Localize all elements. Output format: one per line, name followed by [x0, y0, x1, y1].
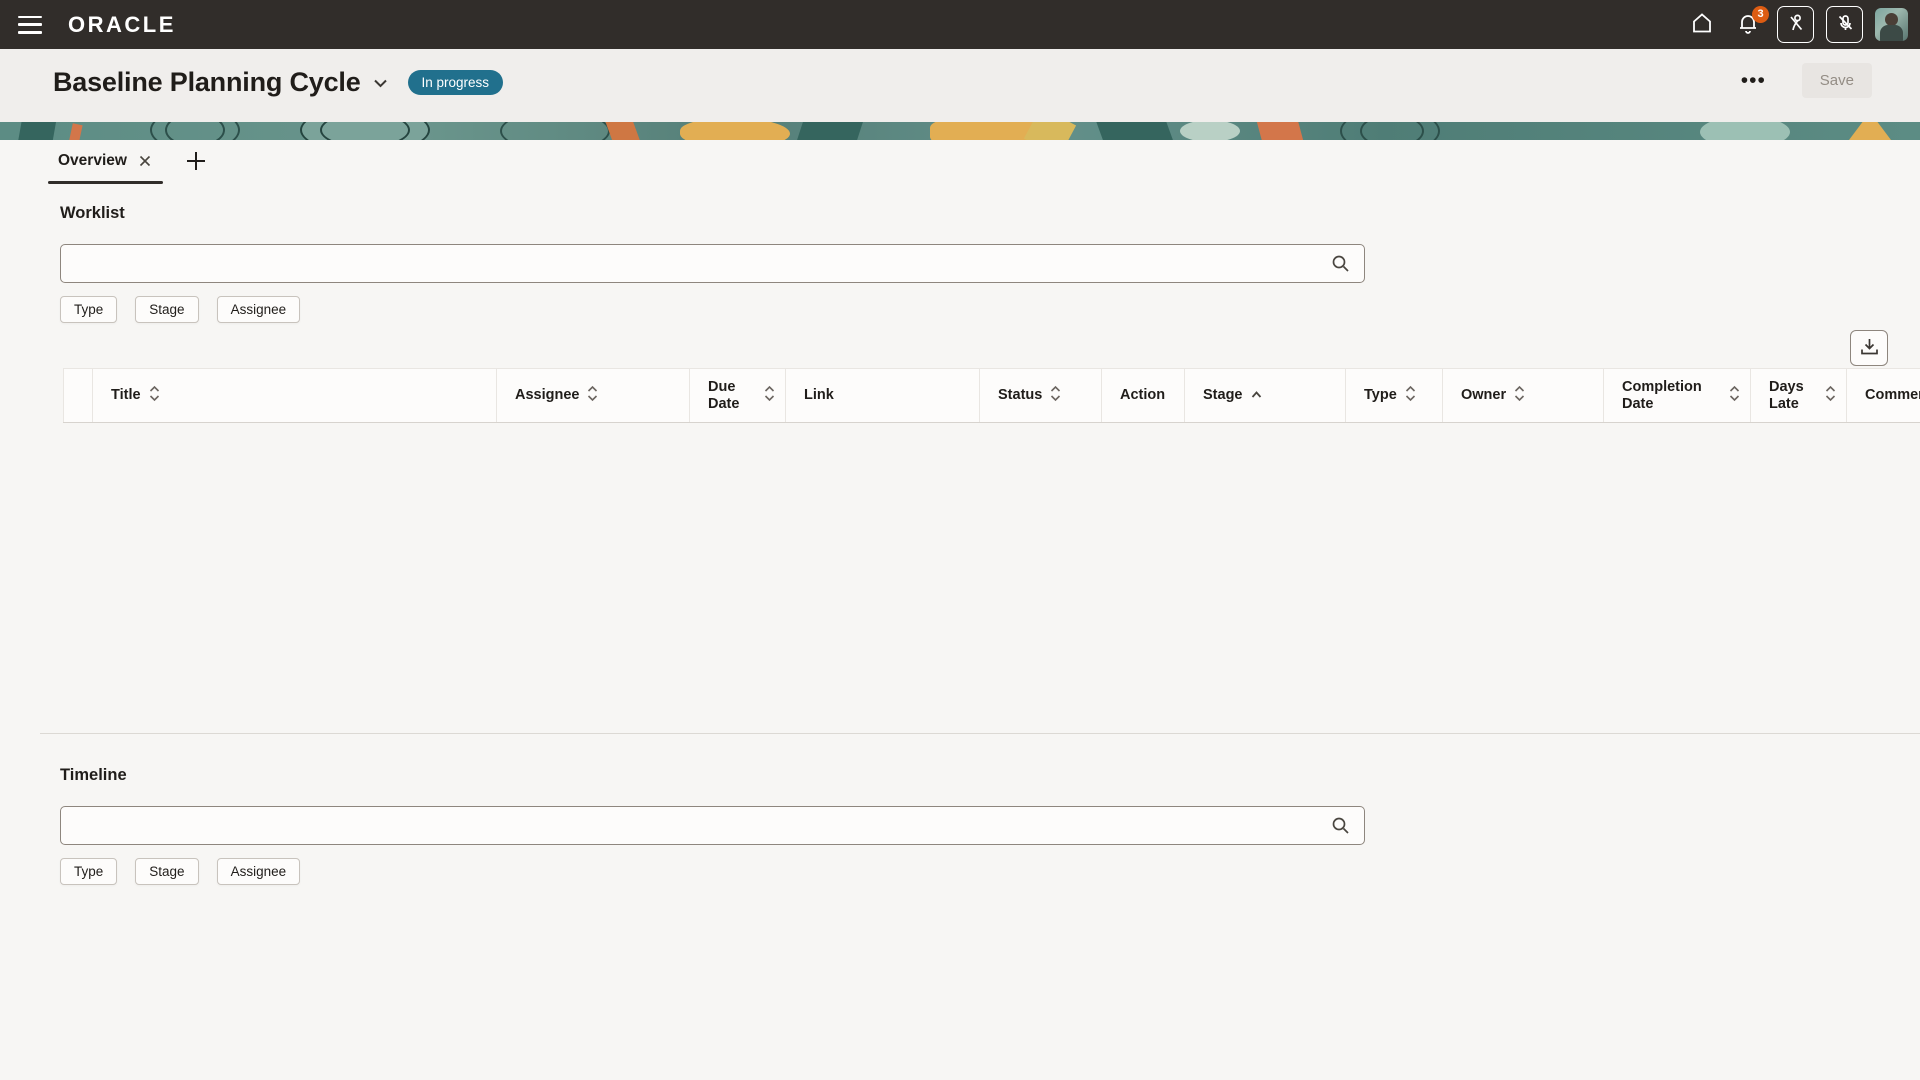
timeline-searchbox: [60, 806, 1365, 845]
sort-icon: [1050, 385, 1061, 406]
top-app-bar: ORACLE 3: [0, 0, 1920, 49]
download-icon: [1860, 337, 1879, 359]
column-header-type[interactable]: Type: [1346, 369, 1443, 423]
notifications-button[interactable]: 3: [1731, 8, 1765, 42]
worklist-heading: Worklist: [60, 204, 125, 223]
sort-icon: [587, 385, 598, 406]
timeline-filter-chip-stage[interactable]: Stage: [135, 858, 198, 885]
ellipsis-icon: •••: [1741, 69, 1766, 92]
column-label: Days Late: [1769, 379, 1817, 412]
worklist-filter-chip-assignee[interactable]: Assignee: [217, 296, 301, 323]
worklist-filter-chip-type[interactable]: Type: [60, 296, 117, 323]
sort-ascending-icon: [1251, 387, 1262, 403]
column-label: Comments: [1865, 387, 1920, 404]
notification-badge: 3: [1752, 6, 1769, 23]
assistant-button[interactable]: [1777, 6, 1814, 43]
column-label: Owner: [1461, 387, 1506, 404]
worklist-table: Title Assignee Due Date Link Status Action Sta…: [63, 368, 1920, 423]
column-header-comments[interactable]: Comments: [1847, 369, 1920, 423]
plus-icon: [185, 150, 207, 175]
timeline-filter-chip-assignee[interactable]: Assignee: [217, 858, 301, 885]
column-header-due-date[interactable]: Due Date: [690, 369, 786, 423]
column-label: Due Date: [708, 379, 756, 412]
home-icon: [1690, 11, 1714, 38]
column-header-assignee[interactable]: Assignee: [497, 369, 690, 423]
search-icon[interactable]: [1331, 254, 1350, 273]
more-actions-button[interactable]: •••: [1739, 64, 1768, 97]
table-header-row: Title Assignee Due Date Link Status Action Sta…: [64, 369, 1920, 423]
worklist-table-viewport: Title Assignee Due Date Link Status Action Sta…: [63, 368, 1920, 681]
timeline-filter-chips: Type Stage Assignee: [60, 858, 300, 885]
column-label: Status: [998, 387, 1042, 404]
tab-overview-label: Overview: [58, 152, 127, 170]
sort-icon: [1514, 385, 1525, 406]
sort-icon: [764, 385, 775, 406]
mic-slash-icon: [1834, 12, 1856, 37]
column-label: Completion Date: [1622, 379, 1721, 412]
column-label: Stage: [1203, 387, 1243, 404]
section-divider: [40, 733, 1920, 734]
sort-icon: [1825, 385, 1836, 406]
sort-icon: [1405, 385, 1416, 406]
column-header-gutter: [64, 369, 93, 423]
decorative-banner: [0, 122, 1920, 140]
sort-icon: [149, 385, 160, 406]
column-label: Action: [1120, 387, 1165, 404]
column-label: Link: [804, 387, 834, 404]
worklist-filter-chip-stage[interactable]: Stage: [135, 296, 198, 323]
column-header-owner[interactable]: Owner: [1443, 369, 1604, 423]
save-button[interactable]: Save: [1802, 63, 1872, 98]
timeline-heading: Timeline: [60, 766, 127, 785]
page-header: Baseline Planning Cycle In progress ••• …: [0, 49, 1920, 122]
column-header-days-late[interactable]: Days Late: [1751, 369, 1847, 423]
timeline-filter-chip-type[interactable]: Type: [60, 858, 117, 885]
column-header-stage[interactable]: Stage: [1185, 369, 1346, 423]
oracle-logo: ORACLE: [68, 12, 176, 38]
column-label: Assignee: [515, 387, 579, 404]
column-header-status[interactable]: Status: [980, 369, 1102, 423]
worklist-filter-chips: Type Stage Assignee: [60, 296, 300, 323]
column-label: Type: [1364, 387, 1397, 404]
microphone-muted-button[interactable]: [1826, 6, 1863, 43]
tab-overview[interactable]: Overview: [48, 140, 163, 184]
column-header-link[interactable]: Link: [786, 369, 980, 423]
search-icon[interactable]: [1331, 816, 1350, 835]
column-header-action[interactable]: Action: [1102, 369, 1185, 423]
column-header-title[interactable]: Title: [93, 369, 497, 423]
user-avatar[interactable]: [1875, 8, 1908, 41]
sort-icon: [1729, 385, 1740, 406]
timeline-canvas: [0, 893, 1920, 1080]
status-badge: In progress: [408, 70, 504, 95]
worklist-searchbox: [60, 244, 1365, 283]
column-header-completion-date[interactable]: Completion Date: [1604, 369, 1751, 423]
timeline-search-input[interactable]: [61, 807, 1331, 844]
home-button[interactable]: [1685, 8, 1719, 42]
tab-close-icon[interactable]: [139, 155, 151, 167]
worklist-search-input[interactable]: [61, 245, 1331, 282]
column-label: Title: [111, 387, 141, 404]
download-button[interactable]: [1850, 330, 1888, 366]
title-dropdown-chevron-icon[interactable]: [373, 78, 388, 88]
page-title: Baseline Planning Cycle: [53, 67, 361, 98]
tab-bar: Overview: [48, 140, 207, 184]
add-tab-button[interactable]: [185, 150, 207, 175]
hamburger-menu-icon[interactable]: [18, 14, 46, 36]
person-slash-icon: [1785, 12, 1807, 37]
